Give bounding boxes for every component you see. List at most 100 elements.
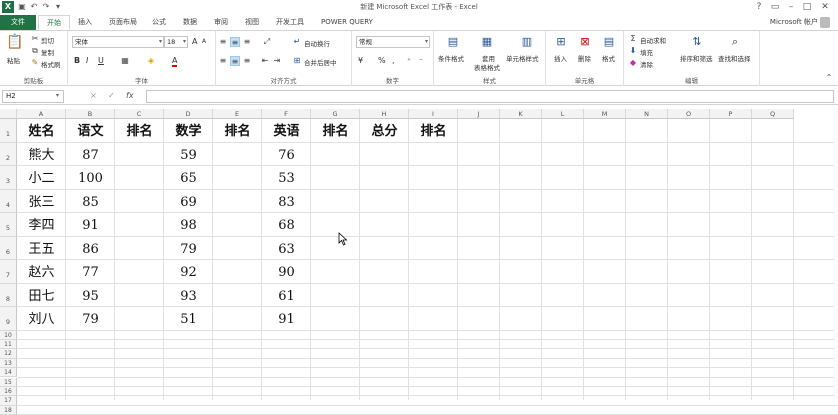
data-cell[interactable]: 李四	[17, 216, 66, 237]
row-header-16[interactable]: 16	[0, 386, 17, 397]
fill-button[interactable]: 填充	[640, 47, 653, 57]
tab-review[interactable]: 审阅	[210, 15, 232, 30]
data-cell[interactable]: 77	[66, 263, 115, 284]
column-header-P[interactable]: P	[710, 109, 752, 119]
format-painter-icon[interactable]: ✎	[30, 58, 40, 68]
header-cell[interactable]: 数学	[164, 122, 213, 143]
data-cell[interactable]: 61	[262, 287, 311, 308]
autosum-icon[interactable]: Σ	[628, 34, 638, 44]
merge-center-button[interactable]: 合并后居中	[304, 57, 337, 67]
data-cell[interactable]: 赵六	[17, 263, 66, 284]
row-header-11[interactable]: 11	[0, 339, 17, 350]
font-color-button[interactable]: A	[172, 56, 178, 67]
worksheet-grid[interactable]: A B C D E F G H I J K L M N O P Q 1 2 3 4 5 6 7 8 9 10 11 12 13 14 15 16…	[0, 109, 838, 415]
autosum-button[interactable]: 自动求和	[640, 35, 666, 45]
clear-icon[interactable]: ◆	[628, 58, 638, 68]
delete-cells-button[interactable]: 删除	[578, 53, 591, 63]
help-icon[interactable]: ?	[752, 1, 766, 13]
data-cell[interactable]: 68	[262, 216, 311, 237]
conditional-format-icon[interactable]: ▤	[446, 35, 460, 49]
data-cell[interactable]: 王五	[17, 240, 66, 261]
header-cell[interactable]: 英语	[262, 122, 311, 143]
cell-styles-icon[interactable]: ▥	[520, 35, 534, 49]
tab-insert[interactable]: 插入	[72, 15, 98, 30]
header-cell[interactable]: 姓名	[17, 122, 66, 143]
ribbon-display-icon[interactable]: ▭	[768, 1, 782, 13]
data-cell[interactable]: 85	[66, 193, 115, 214]
column-header-D[interactable]: D	[164, 109, 213, 119]
vertical-scrollbar[interactable]	[834, 109, 838, 400]
data-cell[interactable]: 田七	[17, 287, 66, 308]
column-header-K[interactable]: K	[500, 109, 542, 119]
merge-icon[interactable]: ⊞	[292, 56, 302, 66]
row-header-13[interactable]: 13	[0, 358, 17, 369]
data-cell[interactable]: 51	[164, 310, 213, 331]
bold-button[interactable]: B	[74, 56, 80, 65]
align-right-icon[interactable]: ≡	[242, 56, 252, 66]
align-top-icon[interactable]: ≡	[218, 37, 228, 47]
currency-button[interactable]: ¥	[358, 56, 363, 65]
row-header-3[interactable]: 3	[0, 166, 17, 190]
formula-input[interactable]	[146, 90, 834, 103]
percent-button[interactable]: %	[378, 56, 386, 65]
header-cell[interactable]: 排名	[409, 122, 458, 143]
column-header-M[interactable]: M	[584, 109, 626, 119]
data-cell[interactable]: 69	[164, 193, 213, 214]
data-cell[interactable]: 93	[164, 287, 213, 308]
tab-file[interactable]: 文件	[0, 15, 36, 30]
column-header-L[interactable]: L	[542, 109, 584, 119]
paste-button[interactable]: 粘贴	[7, 55, 20, 65]
data-cell[interactable]: 76	[262, 146, 311, 167]
align-bottom-icon[interactable]: ≡	[242, 37, 252, 47]
header-cell[interactable]: 语文	[66, 122, 115, 143]
column-header-E[interactable]: E	[213, 109, 262, 119]
sort-filter-icon[interactable]: ⇅	[690, 35, 704, 49]
align-center-icon[interactable]: ≡	[230, 56, 240, 66]
row-header-5[interactable]: 5	[0, 213, 17, 237]
data-cell[interactable]: 59	[164, 146, 213, 167]
delete-cells-icon[interactable]: ⊠	[578, 35, 592, 49]
find-select-button[interactable]: 查找和选择	[718, 53, 751, 63]
shrink-font-button[interactable]: A	[202, 38, 206, 45]
data-cell[interactable]: 小二	[17, 169, 66, 190]
italic-button[interactable]: I	[86, 56, 88, 65]
select-all-corner[interactable]	[0, 109, 17, 119]
row-header-4[interactable]: 4	[0, 189, 17, 213]
align-middle-icon[interactable]: ≡	[230, 37, 240, 47]
column-header-Q[interactable]: Q	[752, 109, 794, 119]
copy-icon[interactable]: ⧉	[30, 46, 40, 56]
column-header-N[interactable]: N	[626, 109, 668, 119]
column-header-B[interactable]: B	[66, 109, 115, 119]
decrease-indent-icon[interactable]: ⇤	[260, 56, 270, 66]
tab-data[interactable]: 数据	[178, 15, 202, 30]
paste-icon[interactable]: 📋	[6, 35, 24, 53]
format-cells-icon[interactable]: ▤	[602, 35, 616, 49]
data-cell[interactable]: 91	[66, 216, 115, 237]
header-cell[interactable]: 排名	[115, 122, 164, 143]
tab-formulas[interactable]: 公式	[148, 15, 170, 30]
fill-icon[interactable]: ⬇	[628, 46, 638, 56]
sort-filter-button[interactable]: 排序和筛选	[680, 53, 713, 63]
data-cell[interactable]: 65	[164, 169, 213, 190]
wrap-text-icon[interactable]: ↵	[292, 37, 302, 47]
find-select-icon[interactable]: ⌕	[728, 35, 742, 49]
data-cell[interactable]: 91	[262, 310, 311, 331]
data-cell[interactable]: 79	[164, 240, 213, 261]
chevron-down-icon[interactable]: ▾	[56, 92, 59, 99]
column-header-F[interactable]: F	[262, 109, 311, 119]
tab-home[interactable]: 开始	[38, 15, 70, 30]
row-header-9[interactable]: 9	[0, 307, 17, 331]
row-header-7[interactable]: 7	[0, 260, 17, 284]
format-as-table-icon[interactable]: ▦	[480, 35, 494, 49]
data-cell[interactable]: 100	[66, 169, 115, 190]
tab-developer[interactable]: 开发工具	[270, 15, 310, 30]
tab-power-query[interactable]: POWER QUERY	[318, 15, 376, 30]
row-header-2[interactable]: 2	[0, 142, 17, 166]
row-header-6[interactable]: 6	[0, 236, 17, 260]
row-header-14[interactable]: 14	[0, 368, 17, 378]
cancel-edit-icon[interactable]: ×	[90, 91, 97, 100]
data-cell[interactable]: 53	[262, 169, 311, 190]
row-header-1[interactable]: 1	[0, 119, 17, 143]
border-icon[interactable]: ▦	[120, 56, 130, 66]
row-header-17[interactable]: 17	[0, 396, 17, 406]
